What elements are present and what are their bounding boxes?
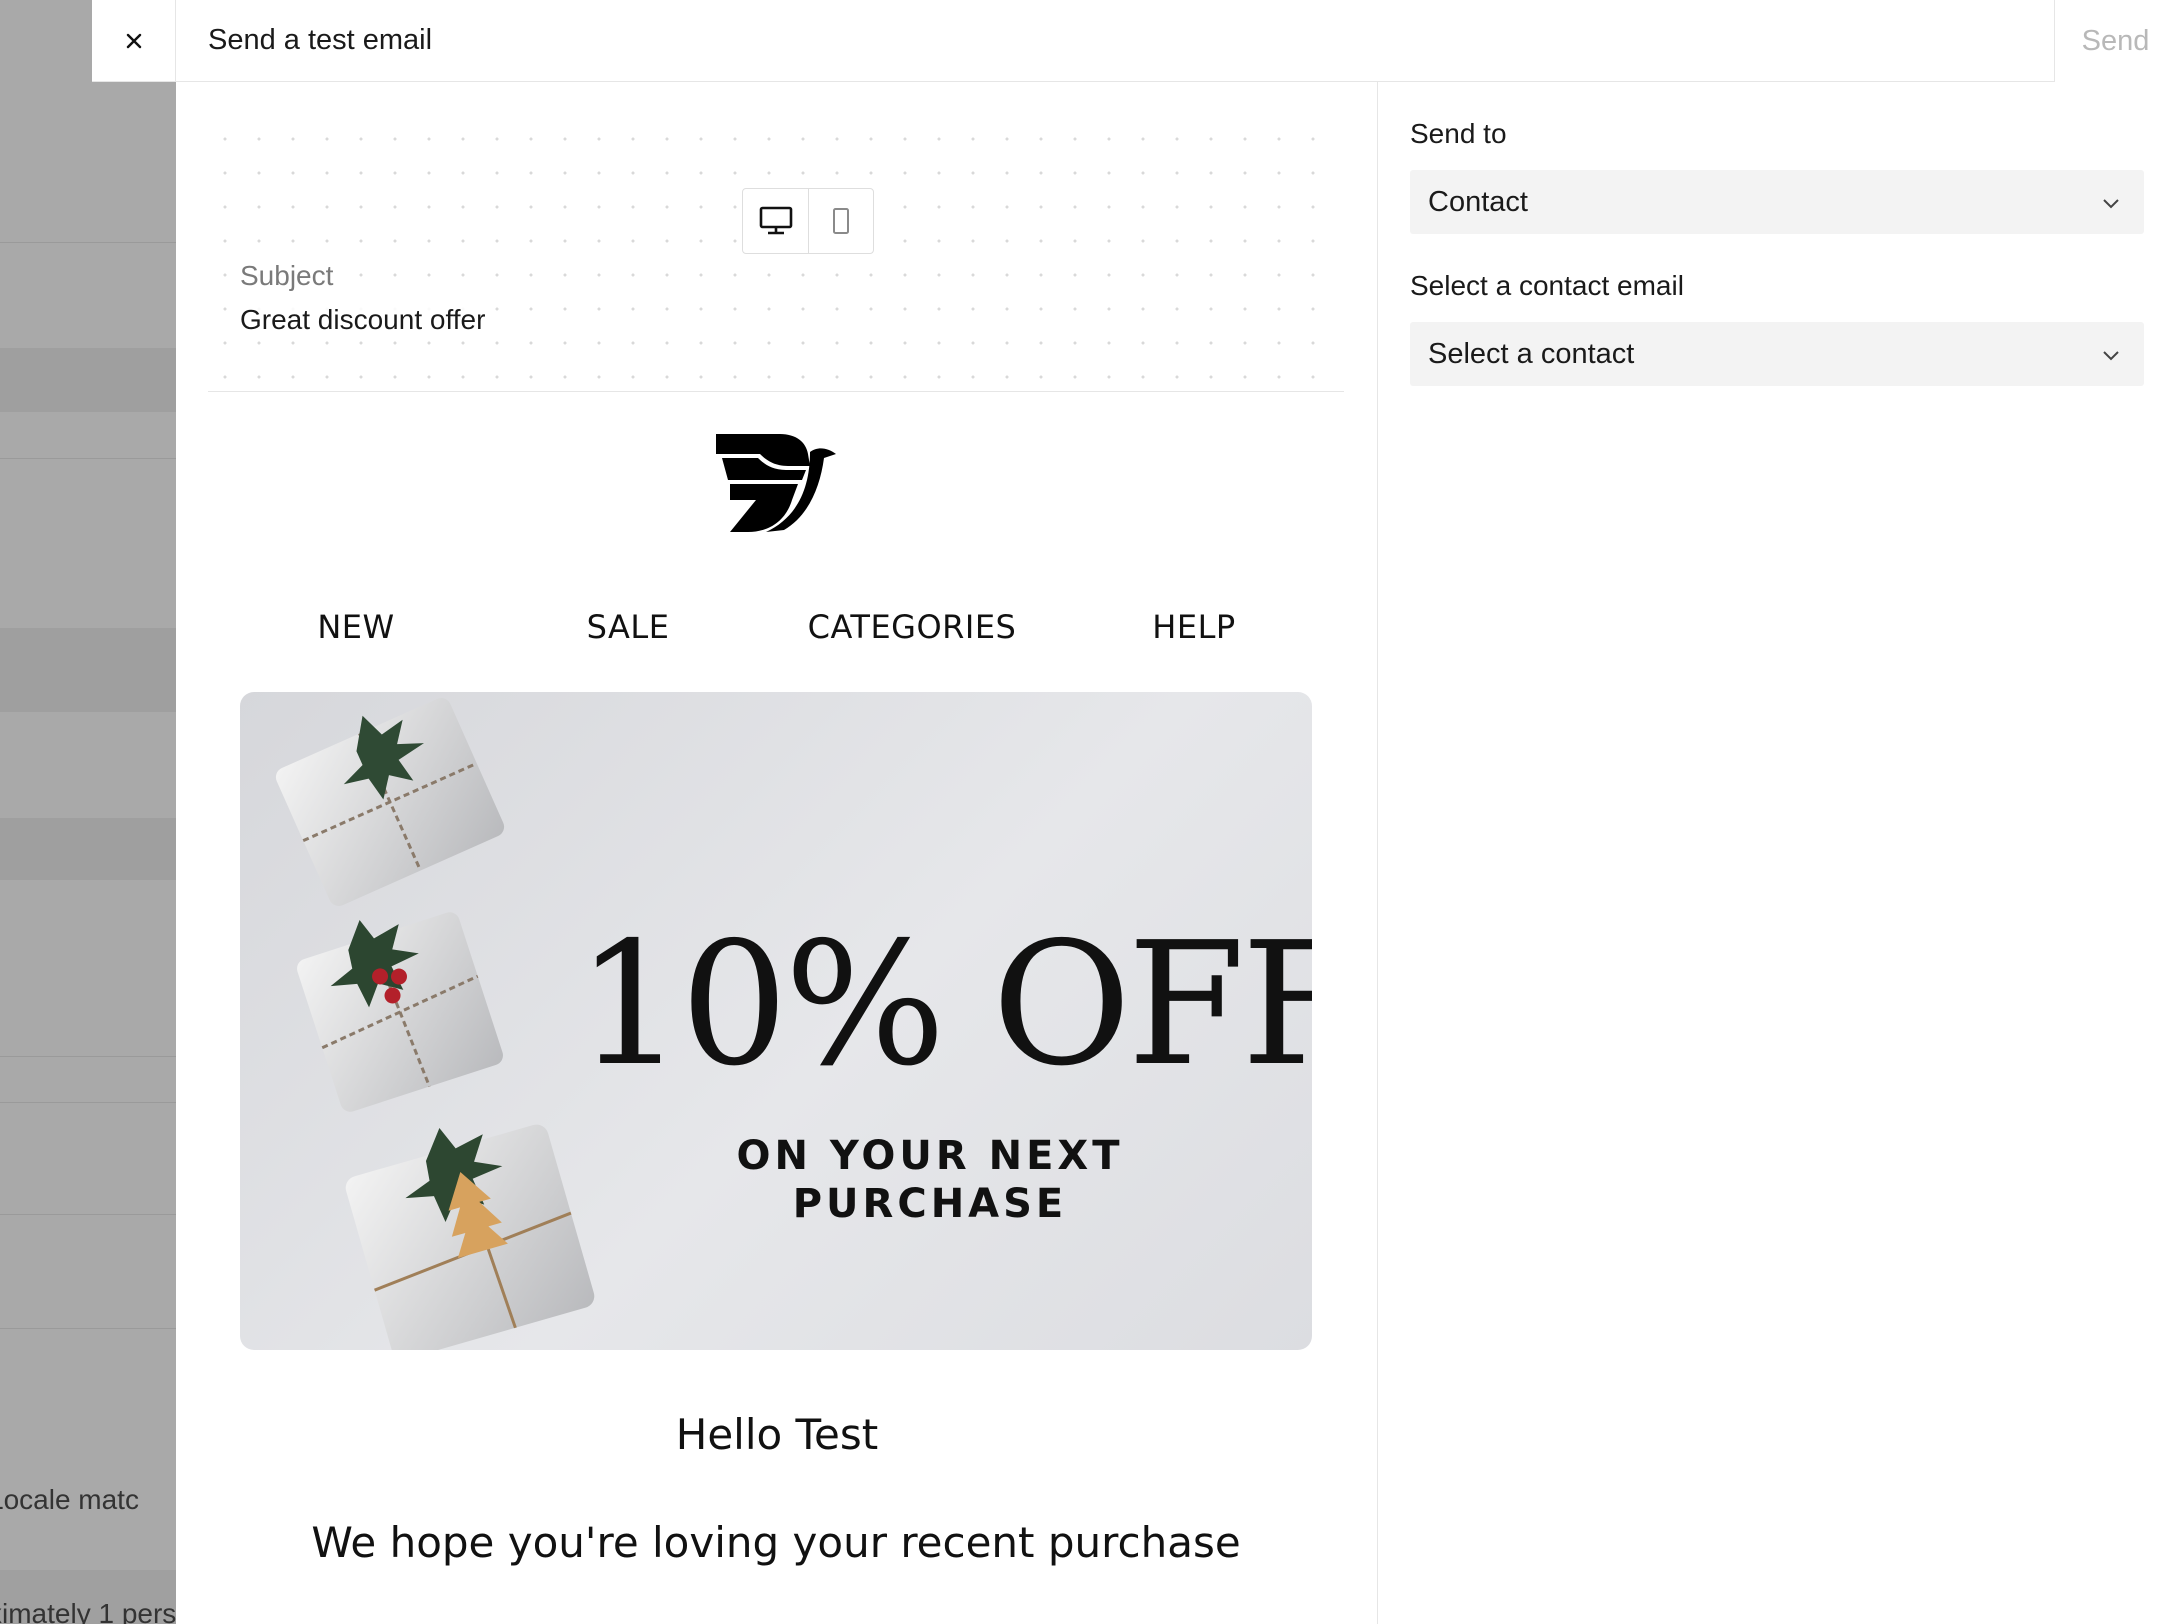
- preview-toolbar: Subject Great discount offer: [208, 122, 1344, 392]
- device-toggle: [742, 188, 874, 254]
- mobile-icon: [833, 208, 849, 234]
- background-divider: [0, 1328, 176, 1329]
- background-row: [0, 628, 176, 712]
- close-icon: [126, 33, 141, 49]
- gift-boxes-image: [275, 698, 595, 1350]
- mobile-view-button[interactable]: [808, 189, 873, 253]
- email-nav-help[interactable]: HELP: [1152, 608, 1235, 646]
- email-body-text: We hope you're loving your recent purcha…: [311, 1518, 1241, 1567]
- contact-email-select[interactable]: Select a contact: [1410, 322, 2144, 386]
- send-settings-pane: Send to Contact Select a contact email S…: [1378, 82, 2176, 1624]
- send-to-value: Contact: [1428, 186, 1528, 218]
- background-locale-text: Locale matc: [0, 1484, 139, 1515]
- chevron-down-icon: [2103, 351, 2119, 361]
- email-greeting: Hello Test: [675, 1410, 879, 1459]
- hero-headline: 10% OFF: [576, 906, 1312, 1104]
- desktop-icon: [759, 206, 792, 235]
- background-divider: [0, 1102, 176, 1103]
- modal-header: Send a test email Send: [92, 0, 2176, 82]
- subject-value: Great discount offer: [240, 304, 486, 336]
- background-row: [0, 348, 176, 412]
- hero-subline: ON YOUR NEXT PURCHASE: [736, 1133, 1124, 1227]
- background-row: [0, 818, 176, 880]
- contact-email-label: Select a contact email: [1410, 270, 1684, 301]
- email-nav: NEW SALE CATEGORIES HELP: [176, 608, 1377, 658]
- email-nav-categories[interactable]: CATEGORIES: [808, 608, 1017, 646]
- desktop-view-button[interactable]: [743, 189, 808, 253]
- modal-title: Send a test email: [208, 24, 433, 56]
- background-divider: [0, 1214, 176, 1215]
- background-divider: [0, 242, 176, 243]
- contact-email-value: Select a contact: [1428, 338, 1635, 370]
- email-nav-sale[interactable]: SALE: [587, 608, 670, 646]
- email-preview-pane: Subject Great discount offer NEW SALE CA…: [176, 82, 1378, 1624]
- subject-label: Subject: [240, 260, 334, 292]
- background-estimate-text: ximately 1 pers: [0, 1598, 176, 1624]
- background-footer: ximately 1 pers: [0, 1570, 176, 1624]
- hero-banner: 10% OFF ON YOUR NEXT PURCHASE: [240, 692, 1312, 1350]
- email-nav-new[interactable]: NEW: [317, 608, 394, 646]
- brand-logo-icon: [716, 434, 836, 532]
- close-button[interactable]: [92, 0, 176, 82]
- send-to-select[interactable]: Contact: [1410, 170, 2144, 234]
- send-to-label: Send to: [1410, 118, 1507, 149]
- chevron-down-icon: [2103, 199, 2119, 209]
- background-divider: [0, 458, 176, 459]
- background-divider: [0, 1056, 176, 1057]
- send-button[interactable]: Send: [2054, 0, 2176, 82]
- background-app-overlay: Locale matc ximately 1 pers: [0, 0, 176, 1624]
